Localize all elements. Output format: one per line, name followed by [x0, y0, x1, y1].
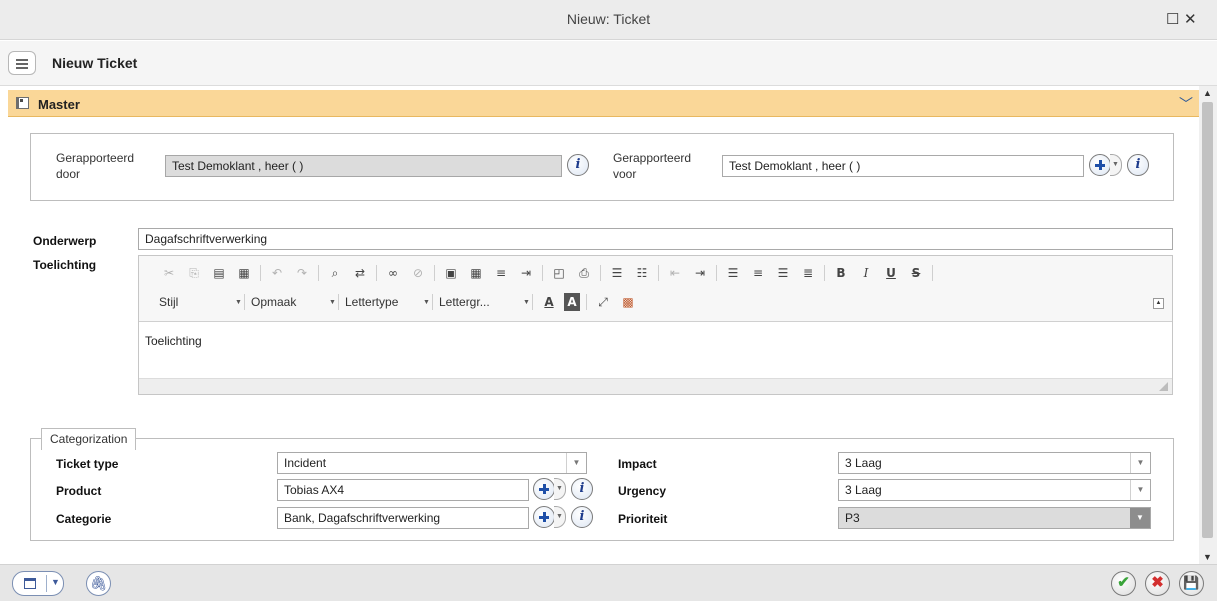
subject-input[interactable]: Dagafschriftverwerking — [138, 228, 1173, 250]
product-info-icon[interactable]: i — [571, 478, 593, 500]
align-left-icon[interactable]: ☰ — [723, 264, 743, 282]
horizontal-line-icon[interactable]: ≡ — [491, 264, 511, 282]
urgency-select[interactable]: 3 Laag ▼ — [838, 479, 1151, 501]
image-icon[interactable]: ▣ — [441, 264, 461, 282]
format-combo[interactable]: Opmaak ▼ — [251, 295, 337, 309]
chevron-down-icon: ▼ — [51, 577, 60, 587]
hamburger-menu-icon[interactable] — [8, 51, 36, 75]
chevron-down-icon: ▼ — [1130, 508, 1150, 528]
category-info-icon[interactable]: i — [571, 506, 593, 528]
text-color-icon[interactable]: A — [539, 293, 559, 311]
urgency-label: Urgency — [618, 484, 667, 498]
scroll-up-icon: ▲ — [1203, 88, 1212, 98]
category-add-icon[interactable] — [533, 506, 555, 528]
window-title: Nieuw: Ticket — [566, 11, 651, 27]
underline-icon[interactable]: U — [881, 264, 901, 282]
ticket-type-label: Ticket type — [56, 457, 119, 471]
impact-label: Impact — [618, 457, 657, 471]
print-icon[interactable]: ⎙ — [574, 264, 594, 282]
product-field[interactable]: Tobias AX4 — [277, 479, 529, 501]
explanation-label: Toelichting — [33, 258, 97, 272]
impact-select[interactable]: 3 Laag ▼ — [838, 452, 1151, 474]
preview-icon[interactable]: ◰ — [549, 264, 569, 282]
category-field[interactable]: Bank, Dagafschriftverwerking — [277, 507, 529, 529]
style-combo[interactable]: Stijl ▼ — [159, 295, 243, 309]
attachment-icon[interactable]: 🖇 — [86, 571, 111, 596]
collapse-toolbar-icon[interactable]: ▲ — [1153, 298, 1164, 309]
reported-by-label: Gerapporteerd door — [56, 151, 135, 181]
rich-text-editor: ✂ ⎘ ▤ ▦ ↶ ↷ ⌕ ⇄ ∞ ⊘ ▣ ▦ ≡ ⇥ ◰ ⎙ ☰ ☷ ⇤ ⇥ … — [138, 255, 1173, 395]
category-label: Categorie — [56, 512, 112, 526]
cancel-x-icon[interactable]: ✖ — [1145, 571, 1170, 596]
italic-icon[interactable]: I — [856, 264, 876, 282]
restore-icon[interactable]: ☐ — [1166, 10, 1179, 28]
page-break-icon[interactable]: ⇥ — [516, 264, 536, 282]
bullet-list-icon[interactable]: ☷ — [632, 264, 652, 282]
find-icon[interactable]: ⌕ — [325, 264, 345, 282]
product-add-icon[interactable] — [533, 478, 555, 500]
priority-label: Prioriteit — [618, 512, 668, 526]
vertical-scrollbar[interactable]: ▲ ▼ — [1199, 86, 1217, 564]
undo-icon[interactable]: ↶ — [267, 264, 287, 282]
layers-icon — [16, 97, 29, 109]
cut-icon[interactable]: ✂ — [159, 264, 179, 282]
page-title: Nieuw Ticket — [52, 55, 138, 71]
subject-label: Onderwerp — [33, 234, 97, 248]
maximize-icon[interactable]: ⤢ — [593, 293, 613, 311]
form-scroll-area: Master ﹀ Gerapporteerd door Test Demoklan… — [0, 86, 1199, 564]
calendar-icon — [24, 578, 36, 589]
calendar-menu-button[interactable]: ▼ — [12, 571, 64, 596]
window-titlebar: Nieuw: Ticket ☐ ✕ — [0, 0, 1217, 40]
ticket-type-select[interactable]: Incident ▼ — [277, 452, 587, 474]
confirm-check-icon[interactable]: ✔ — [1111, 571, 1136, 596]
justify-icon[interactable]: ≣ — [798, 264, 818, 282]
chevron-down-icon: ▼ — [1130, 480, 1150, 500]
table-icon[interactable]: ▦ — [466, 264, 486, 282]
redo-icon[interactable]: ↷ — [292, 264, 312, 282]
indent-icon[interactable]: ⇥ — [690, 264, 710, 282]
scroll-down-icon: ▼ — [1203, 552, 1212, 562]
reported-for-label: Gerapporteerd voor — [613, 151, 692, 181]
reported-for-add-icon[interactable] — [1089, 154, 1111, 176]
outdent-icon[interactable]: ⇤ — [665, 264, 685, 282]
bold-icon[interactable]: B — [831, 264, 851, 282]
unlink-icon[interactable]: ⊘ — [408, 264, 428, 282]
save-disk-icon[interactable]: 💾 — [1179, 571, 1204, 596]
master-section-header[interactable]: Master ﹀ — [8, 90, 1199, 117]
editor-toolbar: ✂ ⎘ ▤ ▦ ↶ ↷ ⌕ ⇄ ∞ ⊘ ▣ ▦ ≡ ⇥ ◰ ⎙ ☰ ☷ ⇤ ⇥ … — [139, 256, 1172, 322]
editor-statusbar — [139, 378, 1172, 394]
page-header: Nieuw Ticket — [0, 41, 1217, 86]
chevron-down-icon[interactable]: ﹀ — [1179, 94, 1193, 114]
link-icon[interactable]: ∞ — [383, 264, 403, 282]
chevron-down-icon: ▼ — [566, 453, 586, 473]
reported-by-field[interactable]: Test Demoklant , heer ( ) — [165, 155, 562, 177]
reported-by-info-icon[interactable]: i — [567, 154, 589, 176]
align-right-icon[interactable]: ☰ — [773, 264, 793, 282]
resize-grip-icon[interactable] — [1159, 382, 1168, 391]
align-center-icon[interactable]: ≡ — [748, 264, 768, 282]
priority-select: P3 ▼ — [838, 507, 1151, 529]
master-section-title: Master — [38, 97, 80, 112]
font-size-combo[interactable]: Lettergr... ▼ — [439, 295, 531, 309]
paste-icon[interactable]: ▤ — [209, 264, 229, 282]
editor-content[interactable]: Toelichting — [145, 334, 202, 348]
strikethrough-icon[interactable]: S — [906, 264, 926, 282]
numbered-list-icon[interactable]: ☰ — [607, 264, 627, 282]
chevron-down-icon: ▼ — [1130, 453, 1150, 473]
paste-text-icon[interactable]: ▦ — [234, 264, 254, 282]
scrollbar-thumb[interactable] — [1202, 102, 1213, 538]
categorization-legend: Categorization — [41, 428, 137, 450]
copy-icon[interactable]: ⎘ — [184, 264, 204, 282]
insert-media-icon[interactable]: ▩ — [618, 293, 638, 311]
product-label: Product — [56, 484, 102, 498]
reported-for-info-icon[interactable]: i — [1127, 154, 1149, 176]
reported-for-field[interactable]: Test Demoklant , heer ( ) — [722, 155, 1084, 177]
background-color-icon[interactable]: A — [564, 293, 580, 311]
close-icon[interactable]: ✕ — [1184, 10, 1197, 28]
font-combo[interactable]: Lettertype ▼ — [345, 295, 431, 309]
replace-icon[interactable]: ⇄ — [350, 264, 370, 282]
footer-toolbar: ▼ 🖇 ✔ ✖ 💾 — [0, 564, 1217, 601]
